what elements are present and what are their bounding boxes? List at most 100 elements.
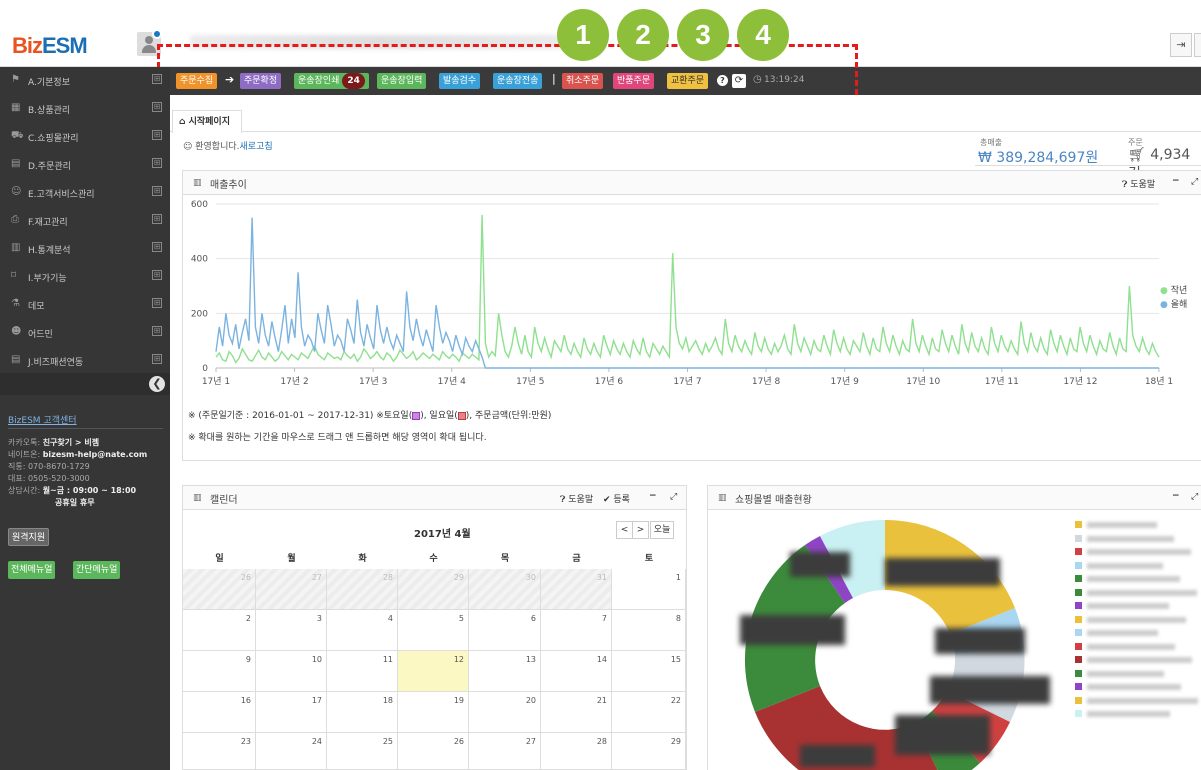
chart-icon: ▥ [11, 242, 21, 253]
calendar-next-button[interactable]: > [632, 521, 649, 539]
sidebar-item-11[interactable]: ▤ J.비즈패션연동 ⊞ [0, 347, 170, 375]
calendar-day[interactable]: 9 [183, 651, 256, 692]
users-icon: ☻ [11, 326, 22, 337]
bookmark-icon: ⌑ [11, 270, 17, 281]
annotation-number-2: 2 [617, 9, 669, 61]
sidebar-item-2[interactable]: ▦ B.상품관리 ⊞ [0, 95, 170, 123]
calendar-day[interactable]: 21 [541, 692, 612, 733]
calendar-day[interactable]: 23 [183, 733, 256, 770]
legend-swatch [1075, 615, 1082, 623]
sidebar-item-label: 어드민 [28, 330, 53, 340]
calendar-day[interactable]: 28 [541, 733, 612, 770]
legend-last-year[interactable]: ●︎ 작년 [1160, 283, 1187, 296]
expand-icon[interactable]: ⤢ [670, 492, 677, 502]
calendar-day[interactable]: 10 [256, 651, 327, 692]
sidebar-collapse-button[interactable]: ❮ [149, 376, 165, 392]
calendar-day[interactable]: 31 [541, 569, 612, 610]
remote-support-button[interactable]: 원격지원 [8, 528, 50, 546]
list-icon: ▤ [11, 158, 21, 169]
expand-plus-icon[interactable]: ⊞ [152, 186, 162, 196]
quick-manual-button[interactable]: 간단메뉴얼 [73, 561, 121, 579]
sales-line-chart[interactable]: 0 200 400 600 17년 1 17년 2 17년 3 17년 4 17년 5 17년 6… [183, 196, 1201, 396]
sidebar-item-6[interactable]: ⎙ F.재고관리 ⊞ [0, 207, 170, 235]
calendar-day[interactable]: 27 [469, 733, 541, 770]
calendar-day[interactable]: 26 [183, 569, 256, 610]
sales-help-button[interactable]: ❓︎ 도움말 [1122, 177, 1155, 190]
calendar-prev-button[interactable]: < [616, 521, 633, 539]
calendar-day[interactable]: 30 [469, 569, 541, 610]
calendar-register-button[interactable]: ✔︎ 등록 [603, 492, 630, 505]
sidebar-item-1[interactable]: ⚑ A.기본정보 ⊞ [0, 67, 170, 95]
calendar-title: 캘린더 [210, 495, 238, 506]
calendar-day[interactable]: 28 [327, 569, 398, 610]
calendar-day[interactable]: 12 [398, 651, 469, 692]
sidebar-item-7[interactable]: ▥ H.통계분석 ⊞ [0, 235, 170, 263]
calendar-day[interactable]: 18 [327, 692, 398, 733]
expand-icon[interactable]: ⤢ [1191, 177, 1198, 187]
logout-button[interactable]: ⇥ [1170, 33, 1192, 57]
calendar-day[interactable]: 6 [469, 610, 541, 651]
legend-this-year[interactable]: ●︎ 올해 [1160, 297, 1187, 310]
calendar-day[interactable]: 27 [256, 569, 327, 610]
tab-start-page[interactable]: ⌂ 시작페이지 [172, 110, 242, 133]
expand-plus-icon[interactable]: ⊞ [152, 354, 162, 364]
expand-plus-icon[interactable]: ⊞ [152, 242, 162, 252]
minimize-icon[interactable]: − [1172, 176, 1180, 186]
expand-plus-icon[interactable]: ⊞ [152, 102, 162, 112]
cs-main: 대표: 0505-520-3000 [8, 474, 90, 483]
calendar-day[interactable]: 17 [256, 692, 327, 733]
calendar-day[interactable]: 19 [398, 692, 469, 733]
calendar-day[interactable]: 22 [612, 692, 686, 733]
calendar-day[interactable]: 26 [398, 733, 469, 770]
calendar-day[interactable]: 4 [327, 610, 398, 651]
calendar-day[interactable]: 29 [398, 569, 469, 610]
calendar-day[interactable]: 25 [327, 733, 398, 770]
expand-plus-icon[interactable]: ⊞ [152, 270, 162, 280]
calendar-day[interactable]: 29 [612, 733, 686, 770]
calendar-day[interactable]: 16 [183, 692, 256, 733]
cs-holiday: 공휴일 휴무 [55, 498, 95, 507]
calendar-day[interactable]: 14 [541, 651, 612, 692]
expand-plus-icon[interactable]: ⊞ [152, 158, 162, 168]
expand-plus-icon[interactable]: ⊞ [152, 74, 162, 84]
calendar-day[interactable]: 20 [469, 692, 541, 733]
refresh-link[interactable]: 새로고침 [240, 142, 273, 152]
calendar-day[interactable]: 2 [183, 610, 256, 651]
expand-icon[interactable]: ⤢ [1191, 492, 1198, 502]
calendar-day[interactable]: 5 [398, 610, 469, 651]
barcode-icon: ▦ [11, 102, 21, 113]
sidebar-item-4[interactable]: ▤ D.주문관리 ⊞ [0, 151, 170, 179]
calendar-day[interactable]: 24 [256, 733, 327, 770]
x-tick-label: 17년 3 [359, 376, 387, 387]
expand-plus-icon[interactable]: ⊞ [152, 298, 162, 308]
calendar-today-button[interactable]: 오늘 [650, 521, 674, 539]
sidebar-item-8[interactable]: ⌑ I.부가기능 ⊞ [0, 263, 170, 291]
full-manual-button[interactable]: 전체메뉴얼 [8, 561, 56, 579]
chart-note-zoom: ※ 확대를 원하는 기간을 마우스로 드래그 앤 드롭하면 해당 영역이 확대 … [188, 433, 487, 443]
mall-sales-title: 쇼핑몰별 매출현황 [735, 495, 812, 506]
calendar-day[interactable]: 15 [612, 651, 686, 692]
app-logo[interactable]: BizESM [12, 33, 88, 59]
sidebar-item-5[interactable]: ☺ E.고객서비스관리 ⊞ [0, 179, 170, 207]
sidebar-item-9[interactable]: ⚗ 데모 ⊞ [0, 291, 170, 319]
window-button[interactable] [1194, 33, 1201, 57]
tab-strip [170, 108, 1201, 132]
calendar-weekday: 수 [429, 554, 438, 564]
calendar-day[interactable]: 8 [612, 610, 686, 651]
sidebar-item-3[interactable]: ⛟ C.쇼핑몰관리 ⊞ [0, 123, 170, 151]
calendar-day[interactable]: 13 [469, 651, 541, 692]
cs-direct: 직통: 070-8670-1729 [8, 462, 90, 471]
customer-center-link[interactable]: BizESM 고객센터 [8, 413, 77, 426]
expand-plus-icon[interactable]: ⊞ [152, 326, 162, 336]
minimize-icon[interactable]: − [1172, 491, 1180, 501]
expand-plus-icon[interactable]: ⊞ [152, 214, 162, 224]
calendar-help-button[interactable]: ❓︎ 도움말 [560, 492, 593, 505]
x-tick-label: 17년 11 [985, 376, 1019, 387]
calendar-day[interactable]: 7 [541, 610, 612, 651]
expand-plus-icon[interactable]: ⊞ [152, 130, 162, 140]
calendar-day[interactable]: 11 [327, 651, 398, 692]
calendar-day[interactable]: 3 [256, 610, 327, 651]
minimize-icon[interactable]: − [649, 491, 657, 501]
sidebar-item-10[interactable]: ☻ 어드민 ⊞ [0, 319, 170, 347]
calendar-day[interactable]: 1 [612, 569, 686, 610]
